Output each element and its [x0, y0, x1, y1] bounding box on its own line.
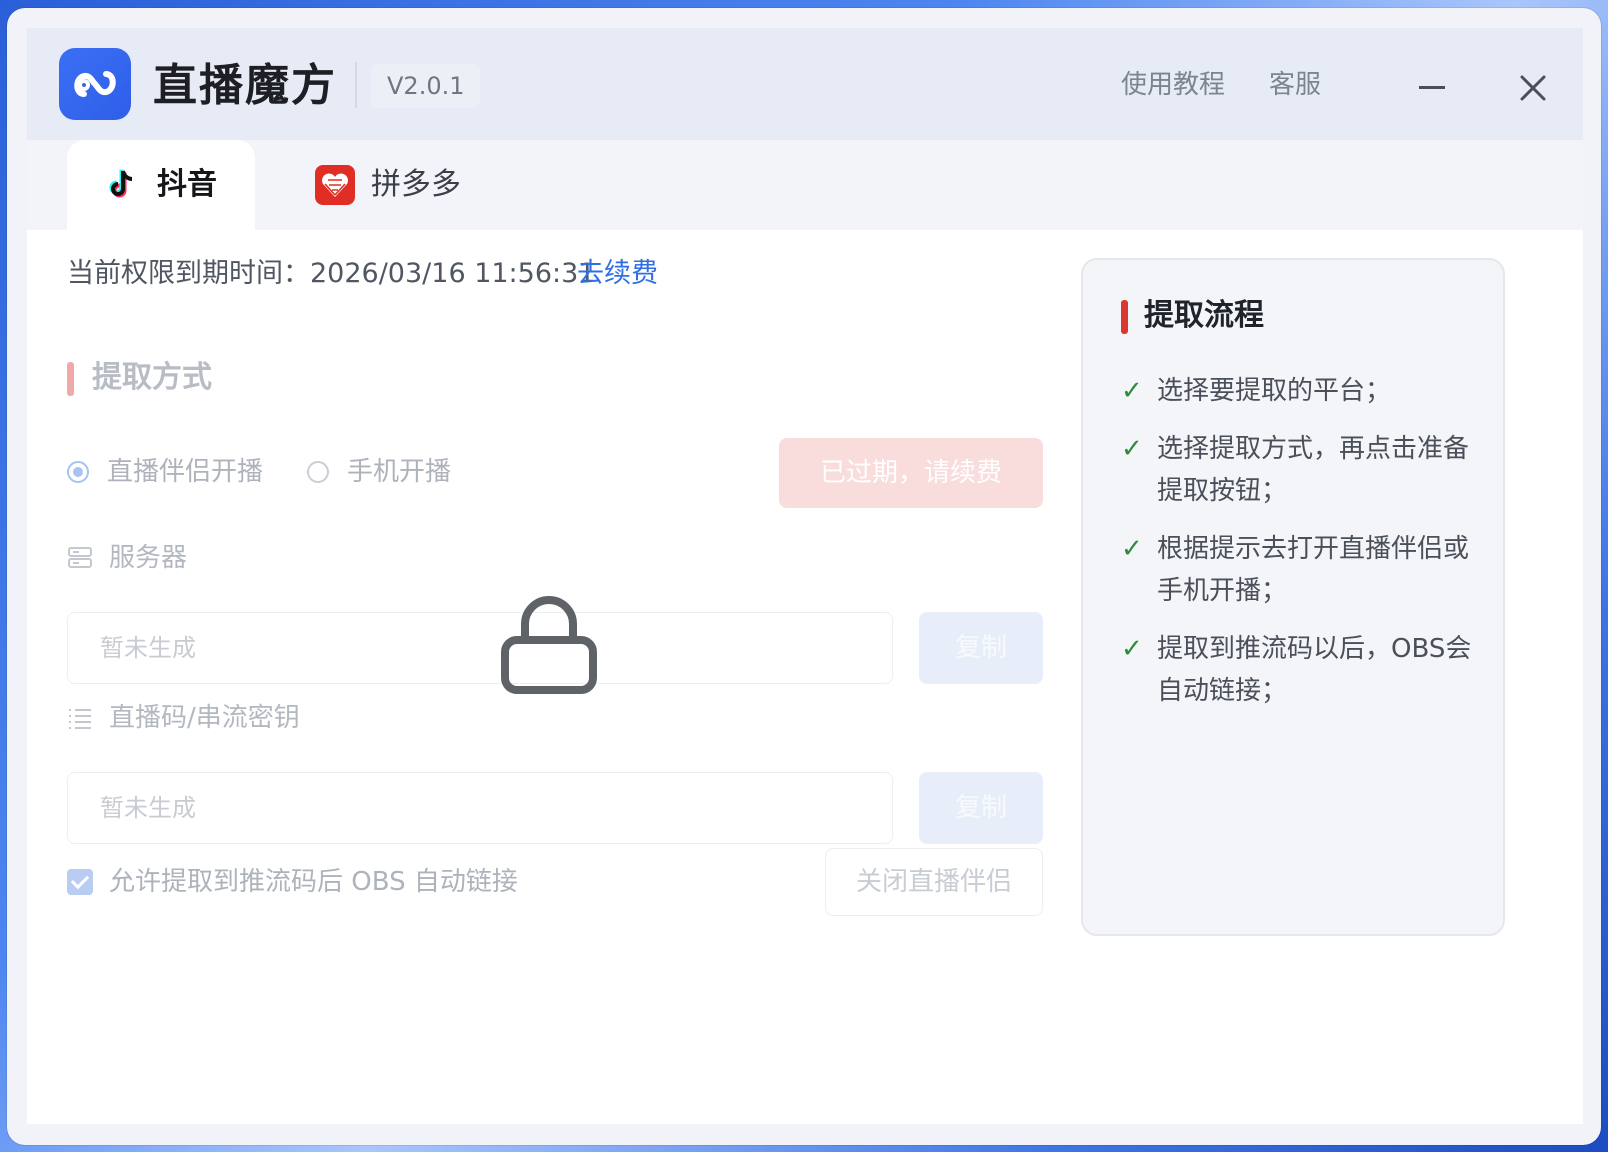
radio-mobile-indicator[interactable] — [307, 461, 329, 483]
app-logo-icon — [59, 48, 131, 120]
renew-link[interactable]: 去续费 — [577, 254, 658, 294]
minimize-button[interactable] — [1411, 72, 1451, 102]
obs-auto-link-label: 允许提取到推流码后 OBS 自动链接 — [109, 867, 518, 897]
version-badge: V2.0.1 — [371, 64, 481, 108]
support-link[interactable]: 客服 — [1269, 68, 1321, 102]
lock-icon — [501, 596, 597, 694]
stream-key-label: 直播码/串流密钥 — [67, 698, 300, 738]
process-step: ✓ 提取到推流码以后，OBS会自动链接； — [1121, 628, 1481, 712]
tab-douyin-label: 抖音 — [157, 167, 217, 202]
server-label-text: 服务器 — [109, 543, 188, 573]
extract-method-title: 提取方式 — [67, 358, 212, 398]
process-step-text: 选择要提取的平台； — [1157, 376, 1392, 406]
tab-pinduoduo[interactable]: 拼多多 — [295, 140, 515, 230]
tab-pinduoduo-label: 拼多多 — [371, 167, 461, 202]
stream-key-input[interactable]: 暂未生成 — [67, 772, 893, 844]
expired-renew-button[interactable]: 已过期，请续费 — [779, 438, 1043, 508]
radio-mobile-label: 手机开播 — [347, 457, 452, 487]
server-label: 服务器 — [67, 538, 187, 578]
process-title: 提取流程 — [1121, 296, 1264, 336]
section-accent-bar — [67, 361, 74, 396]
license-expiry: 当前权限到期时间：2026/03/16 11:56:31 — [67, 254, 595, 294]
radio-mobile[interactable]: 手机开播 — [307, 452, 451, 492]
process-panel: 提取流程 ✓ 选择要提取的平台； ✓ 选择提取方式，再点击准备提取按钮； ✓ 根… — [1081, 258, 1505, 936]
stream-key-label-text: 直播码/串流密钥 — [109, 703, 300, 733]
radio-live-partner-label: 直播伴侣开播 — [107, 457, 264, 487]
obs-auto-link-checkbox[interactable] — [67, 869, 93, 895]
main-content: 当前权限到期时间：2026/03/16 11:56:31 去续费 提取方式 直播… — [27, 230, 1583, 1124]
copy-stream-key-button[interactable]: 复制 — [919, 772, 1043, 844]
process-step: ✓ 选择要提取的平台； — [1121, 370, 1481, 412]
radio-live-partner[interactable]: 直播伴侣开播 — [67, 452, 263, 492]
close-button[interactable] — [1511, 66, 1555, 110]
expiry-value: 2026/03/16 11:56:31 — [310, 258, 596, 289]
tutorial-link[interactable]: 使用教程 — [1121, 68, 1225, 102]
check-icon: ✓ — [1121, 634, 1143, 664]
check-icon: ✓ — [1121, 376, 1143, 406]
process-step: ✓ 选择提取方式，再点击准备提取按钮； — [1121, 428, 1481, 512]
check-icon: ✓ — [1121, 434, 1143, 464]
copy-server-button[interactable]: 复制 — [919, 612, 1043, 684]
process-step: ✓ 根据提示去打开直播伴侣或手机开播； — [1121, 528, 1481, 612]
radio-live-partner-indicator[interactable] — [67, 461, 89, 483]
title-bar[interactable]: 直播魔方 V2.0.1 使用教程 客服 — [27, 28, 1583, 140]
expiry-label: 当前权限到期时间： — [67, 258, 310, 289]
pinduoduo-icon — [315, 165, 355, 205]
list-icon — [69, 709, 91, 729]
close-live-partner-button[interactable]: 关闭直播伴侣 — [825, 848, 1043, 916]
process-step-text: 提取到推流码以后，OBS会自动链接； — [1157, 634, 1472, 706]
process-title-text: 提取流程 — [1144, 298, 1264, 333]
server-icon — [68, 547, 92, 568]
close-icon — [1520, 75, 1546, 101]
douyin-icon — [109, 169, 133, 198]
title-divider — [355, 62, 357, 108]
app-frame: 直播魔方 V2.0.1 使用教程 客服 抖音 拼多多 当前权限到期时间：2026… — [27, 28, 1583, 1124]
obs-auto-link-option[interactable]: 允许提取到推流码后 OBS 自动链接 — [67, 862, 518, 902]
check-icon: ✓ — [1121, 534, 1143, 564]
app-window: 直播魔方 V2.0.1 使用教程 客服 抖音 拼多多 当前权限到期时间：2026… — [7, 8, 1601, 1145]
process-step-text: 根据提示去打开直播伴侣或手机开播； — [1157, 534, 1470, 606]
platform-tabs: 抖音 拼多多 — [27, 140, 1583, 230]
server-input[interactable]: 暂未生成 — [67, 612, 893, 684]
minimize-icon — [1419, 86, 1445, 89]
tab-douyin[interactable]: 抖音 — [67, 140, 255, 230]
process-accent-bar — [1121, 299, 1128, 334]
app-title: 直播魔方 — [153, 60, 337, 111]
process-step-text: 选择提取方式，再点击准备提取按钮； — [1157, 434, 1470, 506]
extract-method-title-text: 提取方式 — [92, 360, 212, 395]
